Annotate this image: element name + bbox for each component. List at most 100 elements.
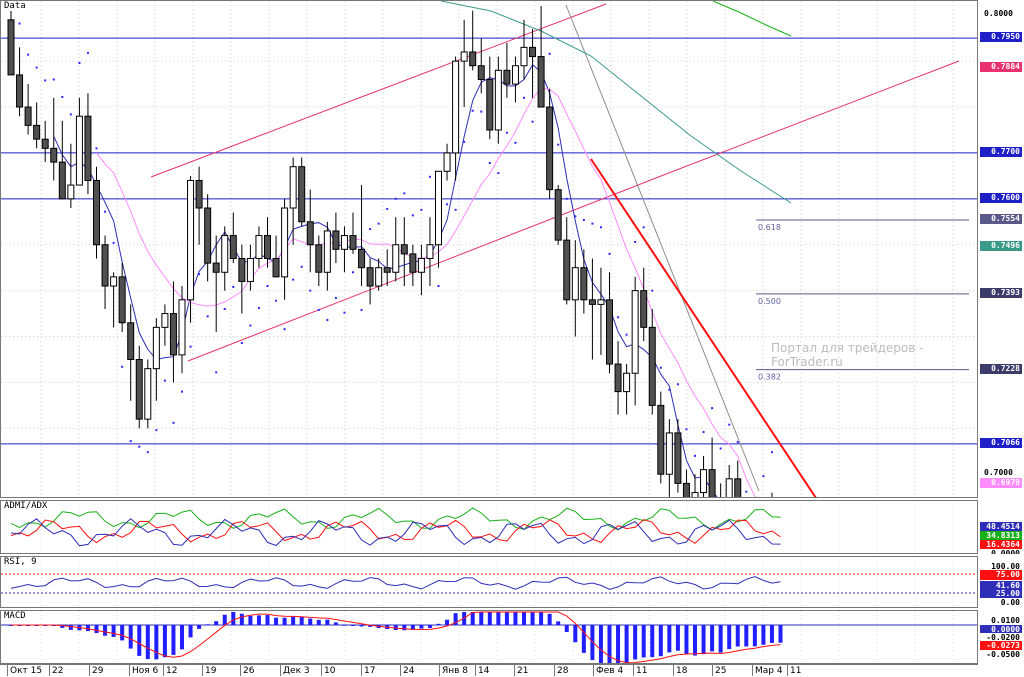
bull-candle bbox=[289, 166, 297, 209]
price-chart-svg[interactable]: 0.618 0.500 0.382 bbox=[1, 1, 978, 498]
macd-bar bbox=[137, 625, 142, 656]
rsi-pane[interactable]: RSI, 9 bbox=[0, 556, 978, 608]
bear-candle bbox=[332, 230, 340, 250]
bear-candle bbox=[118, 276, 126, 324]
sar-dot bbox=[428, 175, 431, 178]
sar-dot bbox=[574, 215, 577, 218]
sar-dot bbox=[745, 490, 748, 493]
sar-dot bbox=[676, 383, 679, 386]
date-label: Фев 4 bbox=[596, 666, 624, 676]
macd-signal-line bbox=[11, 611, 781, 663]
macd-chart-svg[interactable] bbox=[1, 611, 978, 664]
macd-bar bbox=[547, 613, 552, 625]
bull-candle bbox=[435, 170, 442, 246]
macd-bar bbox=[564, 625, 569, 633]
sar-dot bbox=[360, 308, 363, 311]
macd-bar bbox=[111, 625, 116, 637]
sar-dot bbox=[634, 240, 637, 243]
bull-candle bbox=[323, 230, 331, 273]
date-label: 14 bbox=[478, 666, 490, 676]
sar-dot bbox=[523, 96, 525, 99]
adx-chart-svg[interactable] bbox=[1, 501, 978, 554]
sar-dot bbox=[582, 218, 585, 221]
adx-pane[interactable]: ADMI/ADX bbox=[0, 500, 978, 554]
sar-dot bbox=[317, 308, 320, 311]
fib-level-label: 0.618 bbox=[758, 223, 781, 232]
sar-dot bbox=[215, 371, 218, 374]
sar-dot bbox=[61, 95, 64, 98]
bear-candle bbox=[563, 239, 571, 301]
adx-scale: 48.4514 34.8313 16.4364 0.0000 bbox=[978, 500, 1024, 554]
bear-candle bbox=[306, 221, 314, 246]
adx-value-tag: 0.0000 bbox=[980, 549, 1022, 554]
date-axis[interactable]: Окт 15 22 29 Ноя 6 12 19 26 Дек 3 10 17 24 Янв 8 14 2… bbox=[0, 664, 978, 677]
sar-dot bbox=[69, 113, 72, 116]
macd-bar bbox=[487, 612, 492, 625]
macd-bar bbox=[197, 625, 202, 629]
price-tick: 0.8000 bbox=[984, 9, 1013, 19]
date-label: Окт 15 bbox=[10, 666, 43, 676]
date-label: 11 bbox=[790, 666, 802, 676]
sar-dot bbox=[232, 285, 235, 288]
bear-candle bbox=[264, 235, 271, 259]
macd-scale: 0.0100 0.0000 -0.0200 -0.0273 -0.0500 bbox=[978, 610, 1024, 664]
bear-candle bbox=[546, 106, 554, 191]
sar-dot bbox=[257, 307, 260, 310]
macd-bar bbox=[581, 625, 586, 653]
sar-dot bbox=[112, 241, 115, 244]
sar-dot bbox=[206, 315, 209, 318]
macd-bar bbox=[684, 625, 689, 654]
date-label: Дек 3 bbox=[283, 666, 310, 676]
bear-candle bbox=[682, 482, 690, 497]
bear-candle bbox=[383, 267, 391, 273]
macd-bar bbox=[556, 621, 561, 625]
date-tick bbox=[361, 665, 362, 676]
bull-candle bbox=[665, 432, 673, 475]
macd-bar bbox=[598, 625, 603, 663]
sar-dot bbox=[762, 475, 765, 478]
macd-bar bbox=[761, 625, 766, 645]
fib-level-label: 0.382 bbox=[758, 373, 781, 382]
bear-candle bbox=[238, 257, 246, 282]
macd-bar bbox=[769, 625, 774, 643]
bull-candle bbox=[571, 267, 579, 301]
rsi-chart-svg[interactable] bbox=[1, 557, 978, 608]
sar-dot bbox=[240, 341, 243, 344]
bear-candle bbox=[657, 404, 665, 475]
bear-candle bbox=[469, 51, 477, 67]
macd-pane[interactable]: MACD bbox=[0, 610, 978, 664]
sar-dot bbox=[728, 423, 731, 426]
rsi-pane-title: RSI, 9 bbox=[2, 557, 39, 567]
sar-dot bbox=[198, 273, 201, 276]
sar-dot bbox=[685, 428, 688, 431]
macd-bar bbox=[693, 625, 697, 656]
sar-dot bbox=[659, 366, 662, 369]
bear-candle bbox=[7, 19, 15, 76]
macd-bar bbox=[633, 625, 638, 660]
date-tick bbox=[202, 665, 203, 676]
bull-candle bbox=[67, 184, 75, 200]
sar-dot bbox=[181, 390, 183, 393]
price-tag: 0.7554 bbox=[980, 213, 1022, 224]
macd-bar bbox=[675, 625, 680, 651]
sar-dot bbox=[249, 324, 252, 327]
sar-dot bbox=[300, 265, 303, 268]
sar-dot bbox=[334, 296, 337, 299]
sar-dot bbox=[565, 197, 568, 200]
bull-candle bbox=[340, 235, 348, 250]
sar-dot bbox=[394, 197, 397, 200]
bull-candle bbox=[460, 51, 468, 62]
date-tick bbox=[673, 665, 674, 676]
price-scale[interactable]: 0.8000 0.7000 0.7950 0.7884 0.7700 0.7600 0.75… bbox=[978, 0, 1024, 498]
macd-bar bbox=[342, 624, 347, 626]
bull-candle bbox=[597, 299, 605, 305]
macd-bar bbox=[650, 625, 655, 658]
macd-bar bbox=[616, 625, 621, 663]
date-label: 26 bbox=[243, 666, 255, 676]
date-label: Янв 8 bbox=[442, 666, 469, 676]
bear-candle bbox=[101, 244, 109, 287]
price-tag: 0.7700 bbox=[980, 146, 1022, 157]
price-chart-pane[interactable]: Data 0.618 0.500 0.382 Портал для трейдеро… bbox=[0, 0, 978, 498]
candles bbox=[7, 1, 773, 497]
sar-dot bbox=[702, 431, 705, 434]
